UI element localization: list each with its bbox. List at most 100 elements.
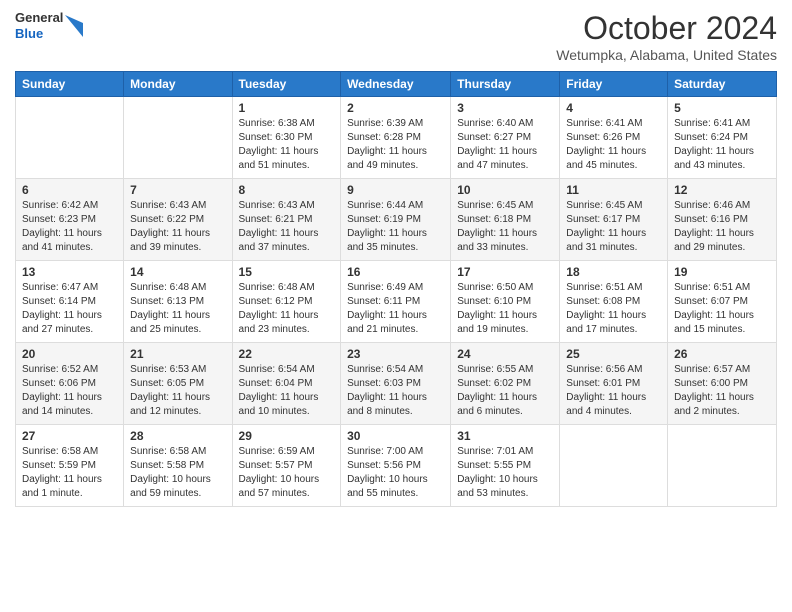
logo-general-text: General bbox=[15, 10, 63, 26]
day-cell: 28 Sunrise: 6:58 AMSunset: 5:58 PMDayligh… bbox=[124, 425, 232, 507]
day-info: Sunrise: 6:50 AMSunset: 6:10 PMDaylight:… bbox=[457, 281, 553, 337]
day-number: 4 bbox=[566, 101, 661, 115]
day-info: Sunrise: 6:58 AMSunset: 5:59 PMDaylight:… bbox=[22, 445, 117, 501]
day-cell: 20 Sunrise: 6:52 AMSunset: 6:06 PMDayligh… bbox=[16, 343, 124, 425]
day-number: 31 bbox=[457, 429, 553, 443]
week-row-1: 1 Sunrise: 6:38 AMSunset: 6:30 PMDaylight… bbox=[16, 97, 777, 179]
logo-blue-text: Blue bbox=[15, 26, 63, 42]
day-number: 3 bbox=[457, 101, 553, 115]
day-number: 20 bbox=[22, 347, 117, 361]
day-cell: 22Sunrise: 6:54 AMSunset: 6:04 PMDayligh… bbox=[232, 343, 341, 425]
day-info: Sunrise: 6:53 AMSunset: 6:05 PMDaylight:… bbox=[130, 363, 225, 419]
day-number: 17 bbox=[457, 265, 553, 279]
day-info: Sunrise: 7:00 AMSunset: 5:56 PMDaylight:… bbox=[347, 445, 444, 501]
day-number: 2 bbox=[347, 101, 444, 115]
day-cell: 26Sunrise: 6:57 AMSunset: 6:00 PMDayligh… bbox=[668, 343, 777, 425]
day-info: Sunrise: 6:38 AMSunset: 6:30 PMDaylight:… bbox=[239, 117, 335, 173]
month-title: October 2024 bbox=[556, 10, 777, 47]
day-info: Sunrise: 6:45 AMSunset: 6:17 PMDaylight:… bbox=[566, 199, 661, 255]
day-number: 1 bbox=[239, 101, 335, 115]
day-number: 24 bbox=[457, 347, 553, 361]
day-number: 28 bbox=[130, 429, 225, 443]
day-number: 7 bbox=[130, 183, 225, 197]
day-number: 6 bbox=[22, 183, 117, 197]
day-cell: 11 Sunrise: 6:45 AMSunset: 6:17 PMDayligh… bbox=[560, 179, 668, 261]
logo: General Blue bbox=[15, 10, 83, 41]
day-info: Sunrise: 6:48 AMSunset: 6:13 PMDaylight:… bbox=[130, 281, 225, 337]
weekday-header-wednesday: Wednesday bbox=[341, 72, 451, 97]
day-info: Sunrise: 6:59 AMSunset: 5:57 PMDaylight:… bbox=[239, 445, 335, 501]
day-cell: 25 Sunrise: 6:56 AMSunset: 6:01 PMDayligh… bbox=[560, 343, 668, 425]
day-number: 19 bbox=[674, 265, 770, 279]
week-row-3: 13 Sunrise: 6:47 AMSunset: 6:14 PMDayligh… bbox=[16, 261, 777, 343]
day-number: 9 bbox=[347, 183, 444, 197]
day-cell bbox=[560, 425, 668, 507]
day-cell bbox=[668, 425, 777, 507]
day-cell: 18 Sunrise: 6:51 AMSunset: 6:08 PMDayligh… bbox=[560, 261, 668, 343]
week-row-5: 27 Sunrise: 6:58 AMSunset: 5:59 PMDayligh… bbox=[16, 425, 777, 507]
location: Wetumpka, Alabama, United States bbox=[556, 47, 777, 63]
weekday-header-tuesday: Tuesday bbox=[232, 72, 341, 97]
day-cell: 15 Sunrise: 6:48 AMSunset: 6:12 PMDayligh… bbox=[232, 261, 341, 343]
day-info: Sunrise: 6:46 AMSunset: 6:16 PMDaylight:… bbox=[674, 199, 770, 255]
day-cell: 2 Sunrise: 6:39 AMSunset: 6:28 PMDaylight… bbox=[341, 97, 451, 179]
day-info: Sunrise: 6:52 AMSunset: 6:06 PMDaylight:… bbox=[22, 363, 117, 419]
day-number: 18 bbox=[566, 265, 661, 279]
day-number: 15 bbox=[239, 265, 335, 279]
day-info: Sunrise: 6:47 AMSunset: 6:14 PMDaylight:… bbox=[22, 281, 117, 337]
day-cell: 3 Sunrise: 6:40 AMSunset: 6:27 PMDaylight… bbox=[451, 97, 560, 179]
day-cell: 14 Sunrise: 6:48 AMSunset: 6:13 PMDayligh… bbox=[124, 261, 232, 343]
day-number: 12 bbox=[674, 183, 770, 197]
day-cell: 1 Sunrise: 6:38 AMSunset: 6:30 PMDaylight… bbox=[232, 97, 341, 179]
day-number: 10 bbox=[457, 183, 553, 197]
day-number: 13 bbox=[22, 265, 117, 279]
day-cell: 27 Sunrise: 6:58 AMSunset: 5:59 PMDayligh… bbox=[16, 425, 124, 507]
day-number: 29 bbox=[239, 429, 335, 443]
day-cell: 9 Sunrise: 6:44 AMSunset: 6:19 PMDaylight… bbox=[341, 179, 451, 261]
day-number: 30 bbox=[347, 429, 444, 443]
day-info: Sunrise: 6:51 AMSunset: 6:08 PMDaylight:… bbox=[566, 281, 661, 337]
day-cell: 10 Sunrise: 6:45 AMSunset: 6:18 PMDayligh… bbox=[451, 179, 560, 261]
day-info: Sunrise: 6:56 AMSunset: 6:01 PMDaylight:… bbox=[566, 363, 661, 419]
day-cell: 24Sunrise: 6:55 AMSunset: 6:02 PMDayligh… bbox=[451, 343, 560, 425]
day-number: 27 bbox=[22, 429, 117, 443]
day-number: 5 bbox=[674, 101, 770, 115]
logo-icon bbox=[65, 15, 83, 37]
day-cell: 17 Sunrise: 6:50 AMSunset: 6:10 PMDayligh… bbox=[451, 261, 560, 343]
day-info: Sunrise: 6:40 AMSunset: 6:27 PMDaylight:… bbox=[457, 117, 553, 173]
day-number: 14 bbox=[130, 265, 225, 279]
day-cell: 31 Sunrise: 7:01 AMSunset: 5:55 PMDayligh… bbox=[451, 425, 560, 507]
day-info: Sunrise: 6:39 AMSunset: 6:28 PMDaylight:… bbox=[347, 117, 444, 173]
day-number: 23 bbox=[347, 347, 444, 361]
weekday-header-thursday: Thursday bbox=[451, 72, 560, 97]
day-info: Sunrise: 6:41 AMSunset: 6:24 PMDaylight:… bbox=[674, 117, 770, 173]
calendar-table: SundayMondayTuesdayWednesdayThursdayFrid… bbox=[15, 71, 777, 507]
weekday-header-monday: Monday bbox=[124, 72, 232, 97]
day-info: Sunrise: 6:57 AMSunset: 6:00 PMDaylight:… bbox=[674, 363, 770, 419]
day-cell bbox=[124, 97, 232, 179]
day-cell: 16Sunrise: 6:49 AMSunset: 6:11 PMDayligh… bbox=[341, 261, 451, 343]
week-row-2: 6Sunrise: 6:42 AMSunset: 6:23 PMDaylight… bbox=[16, 179, 777, 261]
header: General Blue October 2024 Wetumpka, Alab… bbox=[15, 10, 777, 63]
weekday-header-sunday: Sunday bbox=[16, 72, 124, 97]
day-info: Sunrise: 7:01 AMSunset: 5:55 PMDaylight:… bbox=[457, 445, 553, 501]
title-section: October 2024 Wetumpka, Alabama, United S… bbox=[556, 10, 777, 63]
day-number: 21 bbox=[130, 347, 225, 361]
day-number: 11 bbox=[566, 183, 661, 197]
day-info: Sunrise: 6:51 AMSunset: 6:07 PMDaylight:… bbox=[674, 281, 770, 337]
day-info: Sunrise: 6:48 AMSunset: 6:12 PMDaylight:… bbox=[239, 281, 335, 337]
day-cell: 5 Sunrise: 6:41 AMSunset: 6:24 PMDaylight… bbox=[668, 97, 777, 179]
day-cell: 6Sunrise: 6:42 AMSunset: 6:23 PMDaylight… bbox=[16, 179, 124, 261]
day-number: 8 bbox=[239, 183, 335, 197]
day-info: Sunrise: 6:45 AMSunset: 6:18 PMDaylight:… bbox=[457, 199, 553, 255]
day-cell: 19 Sunrise: 6:51 AMSunset: 6:07 PMDayligh… bbox=[668, 261, 777, 343]
day-cell bbox=[16, 97, 124, 179]
day-info: Sunrise: 6:43 AMSunset: 6:22 PMDaylight:… bbox=[130, 199, 225, 255]
day-cell: 8 Sunrise: 6:43 AMSunset: 6:21 PMDaylight… bbox=[232, 179, 341, 261]
day-info: Sunrise: 6:49 AMSunset: 6:11 PMDaylight:… bbox=[347, 281, 444, 337]
weekday-header-friday: Friday bbox=[560, 72, 668, 97]
day-info: Sunrise: 6:44 AMSunset: 6:19 PMDaylight:… bbox=[347, 199, 444, 255]
day-number: 25 bbox=[566, 347, 661, 361]
day-info: Sunrise: 6:58 AMSunset: 5:58 PMDaylight:… bbox=[130, 445, 225, 501]
day-info: Sunrise: 6:43 AMSunset: 6:21 PMDaylight:… bbox=[239, 199, 335, 255]
